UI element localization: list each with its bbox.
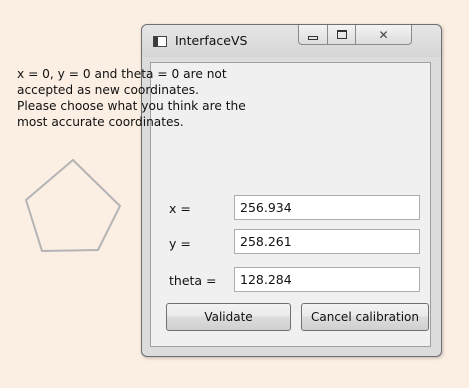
y-label: y = <box>169 236 191 251</box>
cancel-calibration-button[interactable]: Cancel calibration <box>301 303 429 331</box>
validate-button[interactable]: Validate <box>166 303 291 331</box>
theta-input[interactable] <box>234 267 420 292</box>
form-layer: x = y = theta = Validate Cancel calibrat… <box>141 24 442 357</box>
x-label: x = <box>169 201 191 216</box>
theta-label: theta = <box>169 273 217 288</box>
pentagon-outline <box>24 158 122 253</box>
y-input[interactable] <box>234 229 420 254</box>
x-input[interactable] <box>234 195 420 220</box>
